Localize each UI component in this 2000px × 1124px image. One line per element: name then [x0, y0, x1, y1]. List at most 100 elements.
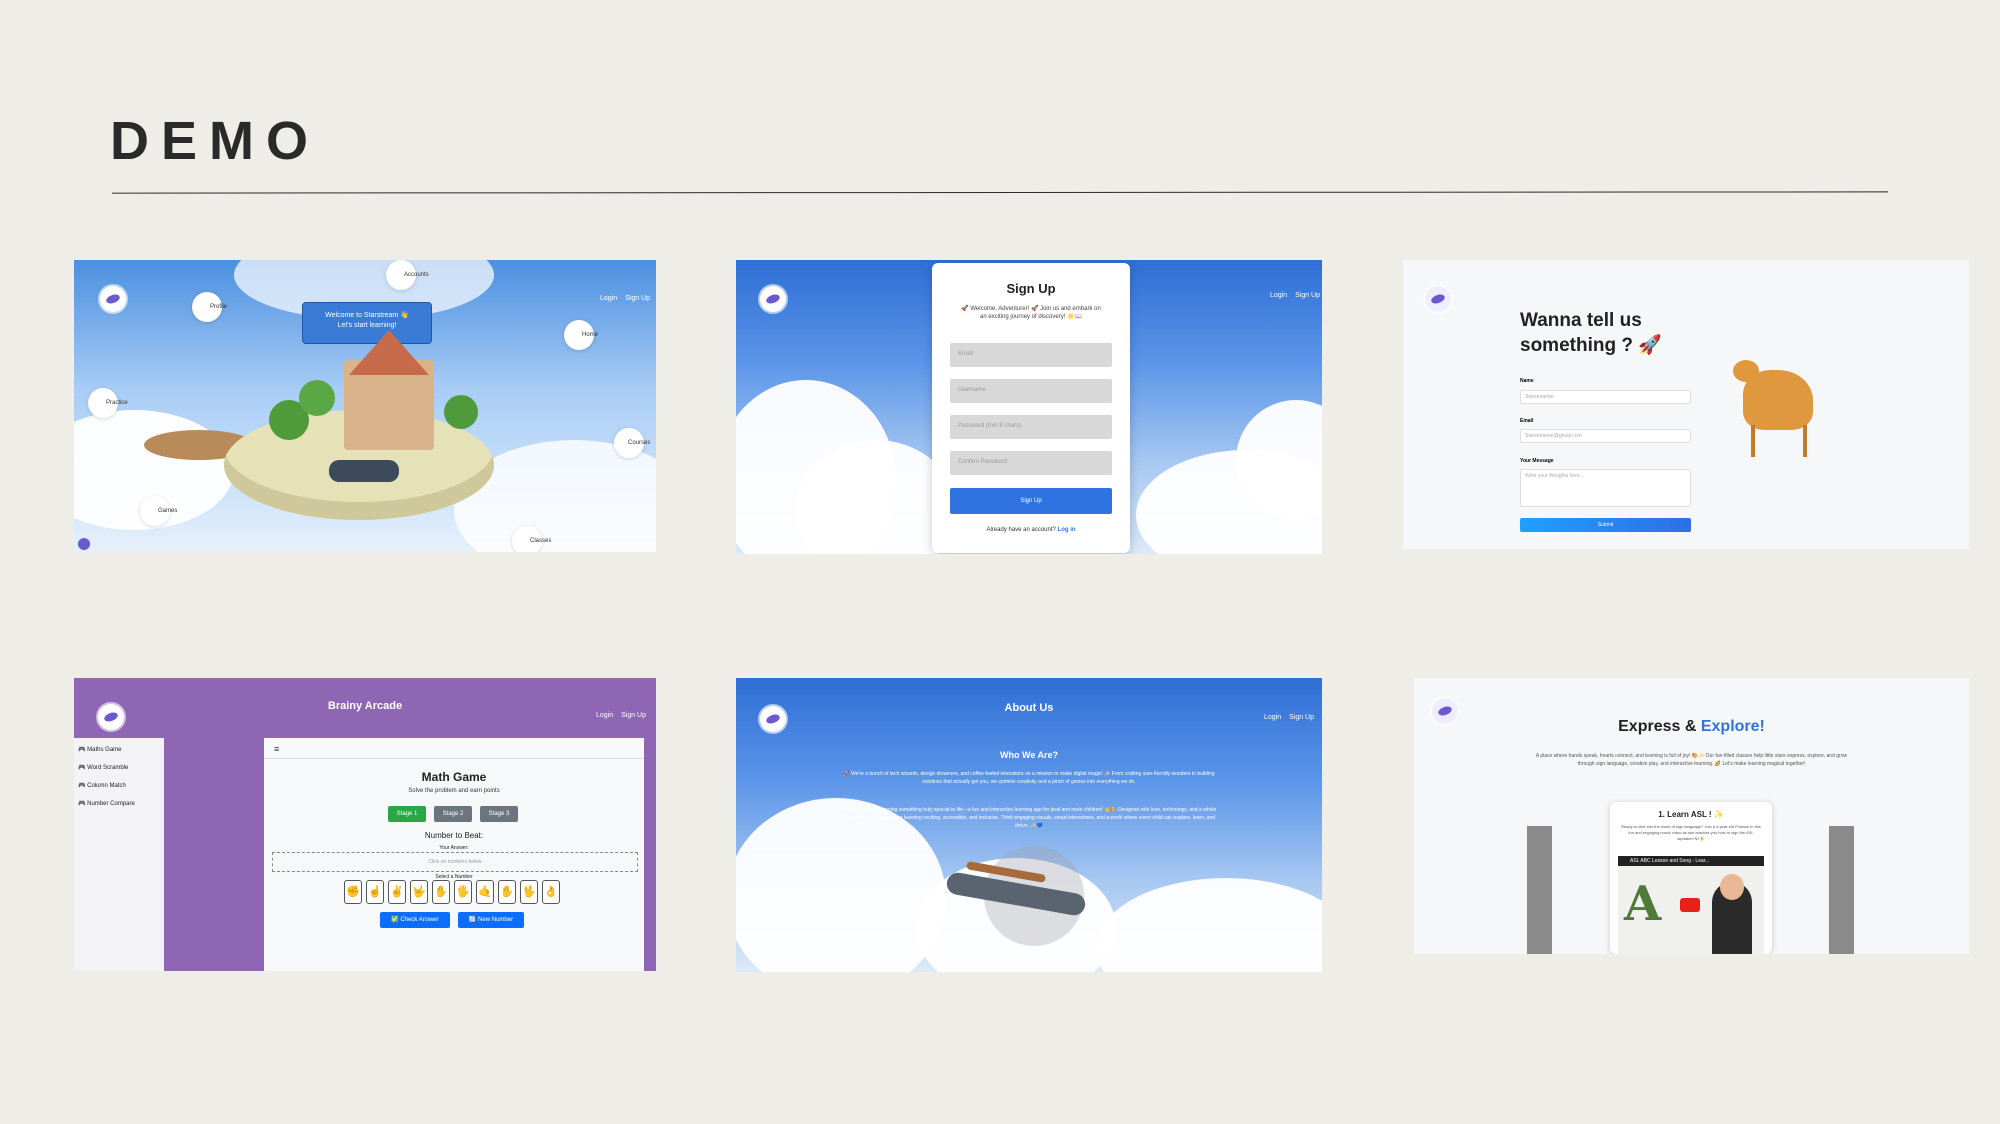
- top-nav: Login Sign Up: [596, 712, 646, 719]
- login-link[interactable]: Login: [1264, 714, 1281, 721]
- bubble-profile-label: Profile: [210, 304, 228, 310]
- check-answer-button[interactable]: ✅ Check Answer: [380, 912, 450, 928]
- signup-link[interactable]: Sign Up: [625, 295, 650, 302]
- stage-3-button[interactable]: Stage 3: [480, 806, 518, 822]
- signup-subtitle: 🚀 Welcome, Adventurer! 🚀 Join us and emb…: [961, 306, 1101, 320]
- game-subtitle: Solve the problem and earn points: [408, 788, 500, 794]
- password-field[interactable]: Password (min 8 chars): [950, 415, 1112, 439]
- video-thumbnail[interactable]: ASL ABC Lesson and Song - Lear... A: [1618, 856, 1764, 954]
- classes-heading-b: Explore!: [1700, 718, 1765, 735]
- select-number-label: Select a Number: [435, 874, 473, 880]
- corner-logo-icon[interactable]: [78, 538, 90, 550]
- bubble-profile[interactable]: Profile: [192, 292, 227, 322]
- bubble-practice[interactable]: Practice: [88, 388, 128, 418]
- screenshot-signup: Login Sign Up Sign Up 🚀 Welcome, Adventu…: [736, 260, 1322, 554]
- sign-number-7[interactable]: ✋: [498, 880, 516, 904]
- confirm-password-field[interactable]: Confirm Password: [950, 451, 1112, 475]
- sign-number-6[interactable]: 🤙: [476, 880, 494, 904]
- menu-icon[interactable]: ≡: [274, 744, 279, 754]
- number-to-beat: Number to Beat:: [424, 831, 484, 840]
- slide-title: DEMO: [110, 111, 320, 171]
- signup-link[interactable]: Sign Up: [621, 712, 646, 719]
- sidebar: 🎮 Maths Game 🎮 Word Scramble 🎮 Column Ma…: [74, 738, 164, 971]
- welcome-line1: Welcome to Starstream 👋: [325, 312, 409, 319]
- sidebar-item-number-compare[interactable]: 🎮 Number Compare: [78, 800, 135, 807]
- sidebar-item-label: Word Scramble: [87, 765, 129, 771]
- game-title: Math Game: [421, 770, 487, 784]
- screenshot-home: Login Sign Up Welcome to Starstream 👋 Le…: [74, 260, 656, 552]
- sign-number-8[interactable]: 🖖: [520, 880, 538, 904]
- castle-roof: [349, 330, 429, 375]
- answer-input[interactable]: Click on numbers below: [272, 852, 638, 872]
- sidebar-item-label: Column Match: [87, 783, 126, 789]
- submit-button[interactable]: Submit: [1520, 518, 1691, 532]
- carousel-next-button[interactable]: [1829, 826, 1854, 954]
- child-face: [1720, 874, 1744, 900]
- logo-icon[interactable]: [760, 286, 786, 312]
- screenshot-arcade: Brainy Arcade Login Sign Up 🎮 Maths Game…: [74, 678, 656, 971]
- play-icon[interactable]: [1680, 898, 1700, 912]
- classes-heading: Express & Explore!: [1414, 718, 1969, 736]
- sidebar-item-column-match[interactable]: 🎮 Column Match: [78, 782, 126, 789]
- class-card-text: Ready to dive into the world of sign lan…: [1621, 824, 1761, 841]
- name-input[interactable]: Starstreamer: [1520, 390, 1691, 404]
- cloud: [1096, 878, 1322, 972]
- login-link[interactable]: Log in: [1058, 527, 1076, 533]
- logo-icon[interactable]: [1425, 286, 1451, 312]
- contact-heading: Wanna tell us something ? 🚀: [1520, 308, 1662, 358]
- login-prompt-text: Already have an account?: [986, 527, 1058, 533]
- sidebar-item-maths[interactable]: 🎮 Maths Game: [78, 746, 122, 753]
- about-paragraph-1: 🚀 We're a bunch of tech wizards, design …: [843, 771, 1215, 785]
- login-link[interactable]: Login: [596, 712, 613, 719]
- sign-number-3[interactable]: 🤟: [410, 880, 428, 904]
- sign-number-5[interactable]: 🖐: [454, 880, 472, 904]
- fox-head: [1733, 360, 1759, 382]
- login-link[interactable]: Login: [1270, 292, 1287, 299]
- letter-a-graphic: A: [1624, 876, 1662, 932]
- signup-title: Sign Up: [1006, 281, 1056, 296]
- bubble-courses[interactable]: Courses: [614, 428, 650, 458]
- signup-card: Sign Up 🚀 Welcome, Adventurer! 🚀 Join us…: [932, 263, 1130, 553]
- demo-slide: DEMO Login Sign Up Welcome to Starstream…: [0, 0, 2000, 1124]
- stage-2-button[interactable]: Stage 2: [434, 806, 472, 822]
- bubble-accounts[interactable]: Accounts: [386, 260, 429, 290]
- name-label: Name: [1520, 378, 1534, 384]
- sign-number-1[interactable]: ☝: [366, 880, 384, 904]
- username-field[interactable]: Username: [950, 379, 1112, 403]
- sidebar-item-word-scramble[interactable]: 🎮 Word Scramble: [78, 764, 128, 771]
- sign-number-9[interactable]: 👌: [542, 880, 560, 904]
- bubble-courses-label: Courses: [628, 440, 651, 446]
- about-title: About Us: [1004, 702, 1054, 714]
- new-number-button[interactable]: 🔄 New Number: [458, 912, 524, 928]
- signup-link[interactable]: Sign Up: [1289, 714, 1314, 721]
- signup-button[interactable]: Sign Up: [950, 488, 1112, 514]
- bubble-practice-label: Practice: [106, 400, 128, 406]
- logo-icon[interactable]: [100, 286, 126, 312]
- classes-heading-a: Express &: [1618, 718, 1701, 735]
- sidebar-item-label: Number Compare: [87, 801, 135, 807]
- message-label: Your Message: [1520, 458, 1554, 464]
- top-nav: Login Sign Up: [1270, 292, 1320, 299]
- bubble-classes[interactable]: Classes: [512, 526, 551, 552]
- bubble-home-label: Home: [582, 332, 599, 338]
- contact-heading-line2: something ? 🚀: [1520, 335, 1662, 356]
- top-nav: Login Sign Up: [600, 295, 650, 302]
- panel-divider: [264, 758, 644, 759]
- carousel-prev-button[interactable]: [1527, 826, 1552, 954]
- signup-link[interactable]: Sign Up: [1295, 292, 1320, 299]
- email-field[interactable]: Email: [950, 343, 1112, 367]
- classes-description: A place where hands speak, hearts connec…: [1535, 753, 1848, 767]
- bubble-accounts-label: Accounts: [404, 272, 429, 278]
- arcade-title: Brainy Arcade: [327, 700, 403, 712]
- sign-number-2[interactable]: ✌: [388, 880, 406, 904]
- stage-1-button[interactable]: Stage 1: [388, 806, 426, 822]
- message-textarea[interactable]: Write your thoughts here...: [1520, 469, 1691, 507]
- login-link[interactable]: Login: [600, 295, 617, 302]
- sign-number-0[interactable]: ✊: [344, 880, 362, 904]
- bubble-home[interactable]: Home: [564, 320, 598, 350]
- bubble-games[interactable]: Games: [140, 496, 177, 526]
- screenshot-contact: Wanna tell us something ? 🚀 Name Starstr…: [1403, 260, 1969, 549]
- sign-number-4[interactable]: ✋: [432, 880, 450, 904]
- email-input[interactable]: Starstreamer@gmail.com: [1520, 429, 1691, 443]
- class-card: 1. Learn ASL ! ✨ Ready to dive into the …: [1610, 802, 1772, 954]
